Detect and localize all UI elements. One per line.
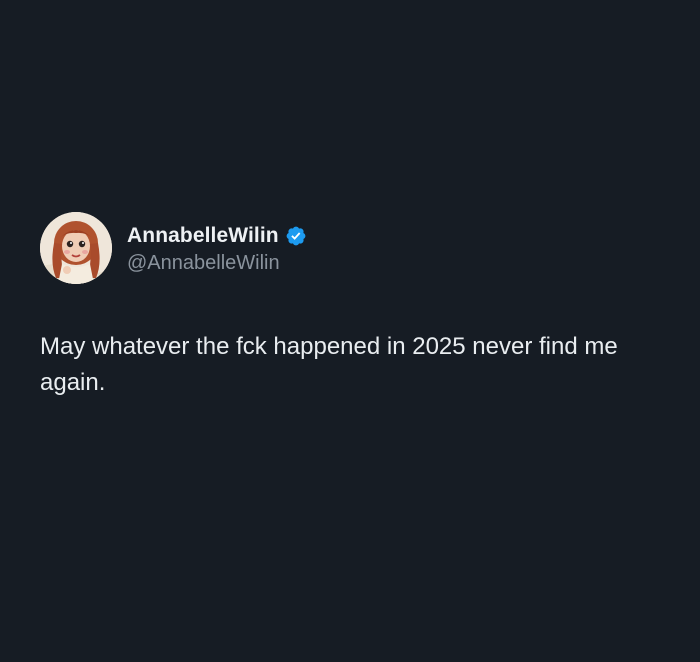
user-handle[interactable]: @AnnabelleWilin bbox=[127, 252, 307, 275]
doll-avatar-icon bbox=[40, 212, 112, 284]
user-identity: AnnabelleWilin @AnnabelleWilin bbox=[127, 222, 307, 275]
name-row: AnnabelleWilin bbox=[127, 222, 307, 250]
user-avatar[interactable] bbox=[40, 212, 112, 284]
screenshot-background: AnnabelleWilin @AnnabelleWilin May whate… bbox=[0, 0, 700, 662]
tweet-card[interactable]: AnnabelleWilin @AnnabelleWilin May whate… bbox=[40, 210, 680, 401]
verified-badge-icon bbox=[285, 225, 307, 247]
display-name[interactable]: AnnabelleWilin bbox=[127, 224, 279, 248]
tweet-header: AnnabelleWilin @AnnabelleWilin bbox=[40, 210, 680, 286]
tweet-text: May whatever the fck happened in 2025 ne… bbox=[40, 333, 618, 396]
